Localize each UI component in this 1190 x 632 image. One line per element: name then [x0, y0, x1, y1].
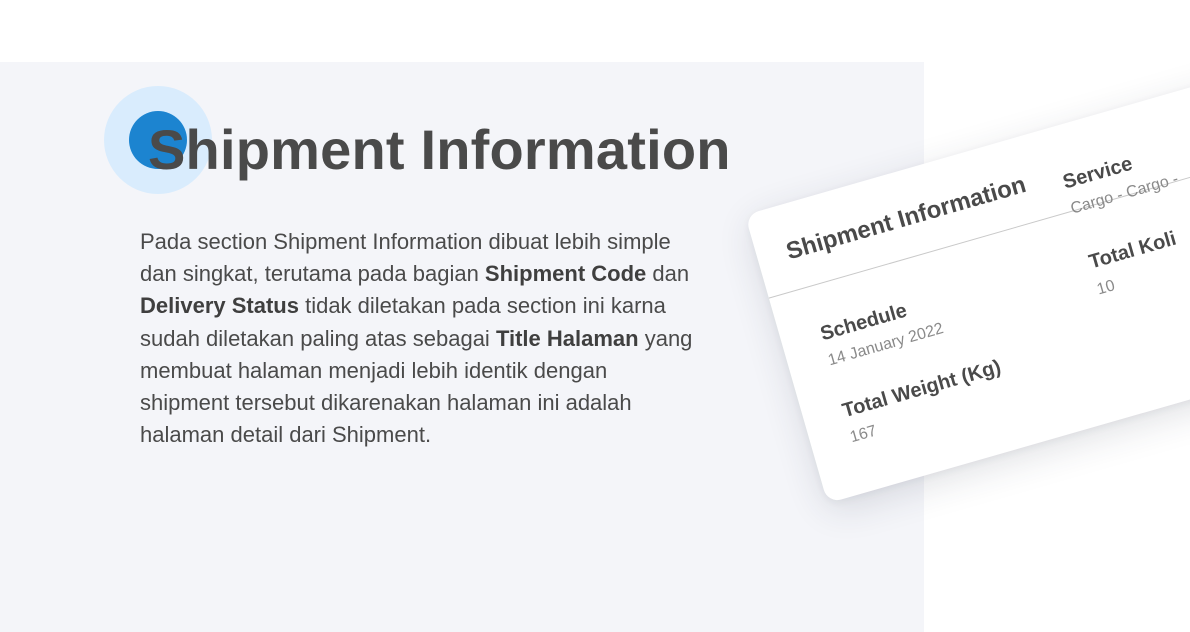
description-text-2: dan — [646, 261, 690, 287]
highlight-delivery-status: Delivery Status — [140, 293, 299, 319]
highlight-shipment-code: Shipment Code — [484, 261, 647, 287]
section-heading: Shipment Information — [148, 118, 731, 181]
section-description: Pada section Shipment Information dibuat… — [140, 226, 700, 451]
total-koli-value: 10 — [1095, 277, 1117, 299]
total-koli-label: Total Koli — [1086, 227, 1179, 274]
highlight-title-halaman: Title Halaman — [495, 325, 639, 351]
total-weight-value: 167 — [848, 422, 879, 447]
total-weight-label: Total Weight (Kg) — [839, 355, 1004, 423]
